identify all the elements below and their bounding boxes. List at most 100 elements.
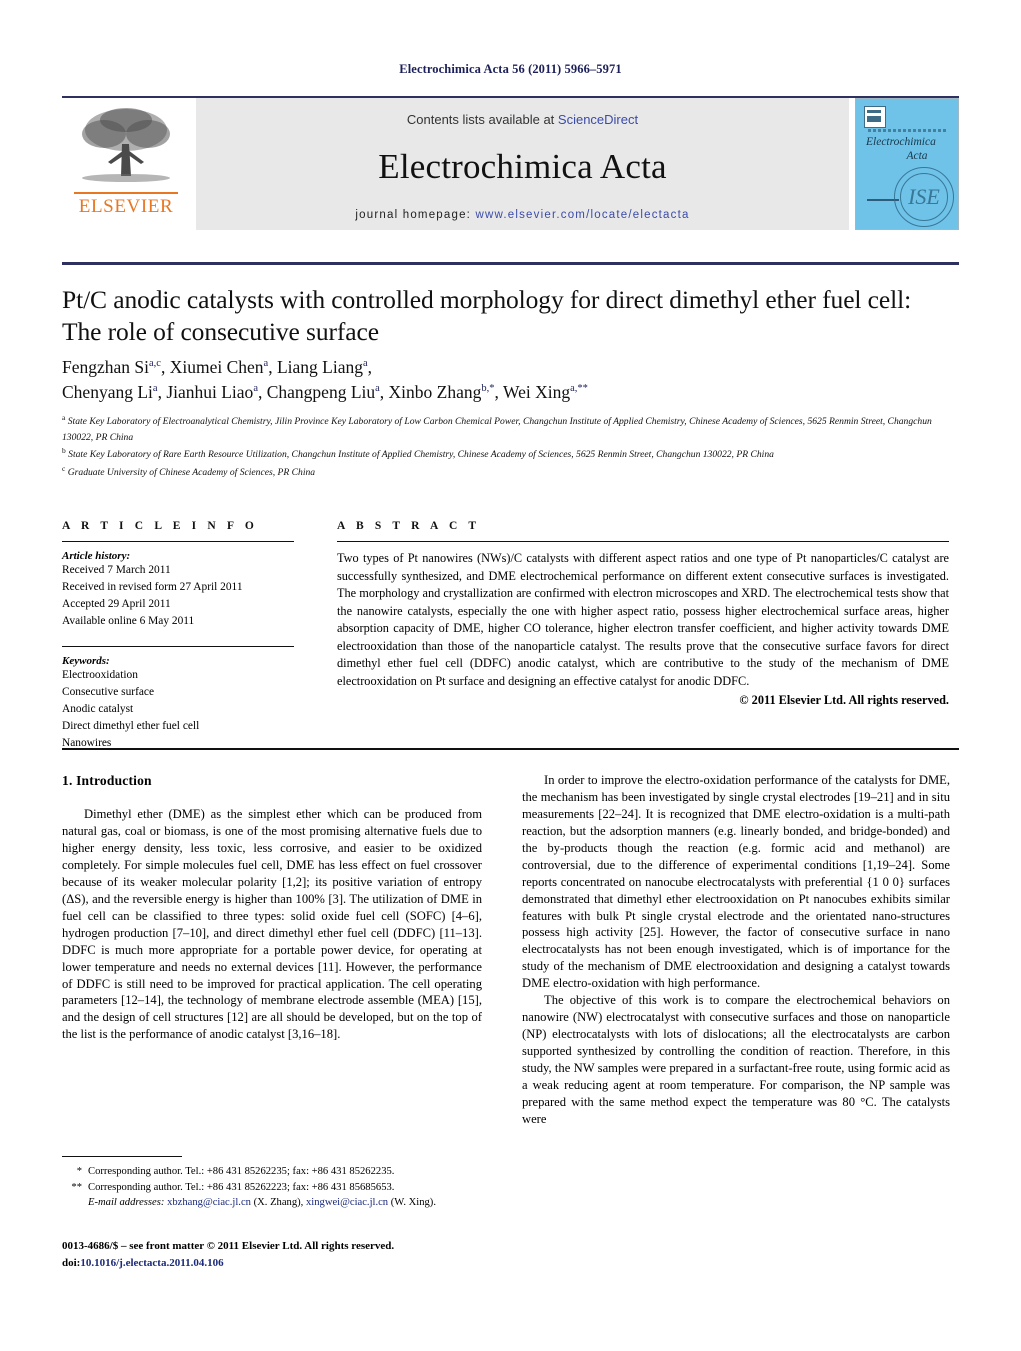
- keyword-item: Electrooxidation: [62, 669, 138, 682]
- body-column-left: 1. Introduction Dimethyl ether (DME) as …: [62, 772, 482, 1043]
- email-owner-1: (X. Zhang),: [253, 1197, 304, 1209]
- journal-homepage-line: journal homepage: www.elsevier.com/locat…: [355, 209, 689, 221]
- elsevier-wordmark: ELSEVIER: [78, 196, 174, 217]
- author-6-name: Xinbo Zhang: [388, 381, 482, 402]
- article-history-label: Article history:: [62, 550, 131, 563]
- article-info-block: A R T I C L E I N F O Article history: R…: [62, 520, 294, 752]
- homepage-label: journal homepage:: [355, 209, 472, 221]
- keyword-item: Anodic catalyst: [62, 703, 134, 716]
- affiliation-1: b State Key Laboratory of Rare Earth Res…: [62, 445, 942, 463]
- body-column-right: In order to improve the electro-oxidatio…: [522, 772, 950, 1128]
- email-label: E-mail addresses:: [88, 1197, 165, 1209]
- affiliation-0-mark: a: [62, 413, 66, 422]
- contents-available-line: Contents lists available at ScienceDirec…: [407, 112, 638, 127]
- author-3: Chenyang Lia: [62, 382, 158, 402]
- author-0-sup: a,c: [149, 358, 161, 370]
- page-title: Pt/C anodic catalysts with controlled mo…: [62, 285, 912, 347]
- footnote-text: Corresponding author. Tel.: +86 431 8526…: [88, 1166, 395, 1178]
- footnote-corresponding-2: ** Corresponding author. Tel.: +86 431 85…: [62, 1180, 482, 1195]
- abstract-text: Two types of Pt nanowires (NWs)/C cataly…: [337, 551, 949, 688]
- journal-masthead: ELSEVIER Contents lists available at Sci…: [62, 96, 959, 231]
- author-3-sup: a: [152, 383, 158, 395]
- journal-title: Electrochimica Acta: [378, 147, 667, 186]
- affiliation-2-text: Graduate University of Chinese Academy o…: [67, 467, 316, 479]
- author-5: Changpeng Liua: [267, 382, 380, 402]
- elsevier-tree-icon: [82, 108, 170, 182]
- author-1: Xiumei Chena: [170, 357, 268, 377]
- author-7-name: Wei Xing: [502, 381, 571, 402]
- footnote-emails: E-mail addresses: xbzhang@ciac.jl.cn (X.…: [62, 1195, 482, 1210]
- article-info-heading: A R T I C L E I N F O: [62, 520, 258, 532]
- author-4-sup: a: [253, 383, 258, 395]
- cover-title-line1: Electrochimica: [866, 136, 936, 148]
- footnote-mark: **: [71, 1181, 82, 1193]
- article-info-divider-top: [62, 541, 294, 543]
- author-0: Fengzhan Sia,c: [62, 357, 161, 377]
- author-6: Xinbo Zhangb,*: [389, 382, 495, 402]
- cover-title-line2: Acta: [906, 150, 928, 163]
- author-5-name: Changpeng Liu: [266, 381, 376, 402]
- author-2: Liang Lianga: [277, 357, 368, 377]
- paragraph: The objective of this work is to compare…: [522, 993, 950, 1126]
- doi-line: doi:10.1016/j.electacta.2011.04.106: [62, 1255, 522, 1272]
- author-7: Wei Xinga,**: [503, 382, 588, 402]
- author-6-sup: b,*: [481, 383, 495, 395]
- history-item: Accepted 29 April 2011: [62, 598, 171, 611]
- footnote-corresponding-1: * Corresponding author. Tel.: +86 431 852…: [62, 1164, 482, 1179]
- journal-band: Contents lists available at ScienceDirec…: [196, 98, 849, 230]
- article-history-list: Received 7 March 2011 Received in revise…: [62, 562, 294, 630]
- cover-elsevier-mark-icon: [864, 106, 886, 128]
- footnote-text: Corresponding author. Tel.: +86 431 8526…: [88, 1181, 395, 1193]
- author-1-name: Xiumei Chen: [169, 357, 264, 377]
- elsevier-logo: ELSEVIER: [62, 98, 190, 230]
- section-heading-introduction: 1. Introduction: [62, 773, 152, 788]
- abstract-divider: [337, 541, 949, 543]
- journal-article-page: Electrochimica Acta 56 (2011) 5966–5971: [0, 0, 1021, 1351]
- footnote-mark: *: [76, 1166, 82, 1178]
- keyword-item: Consecutive surface: [62, 686, 155, 699]
- keywords-label: Keywords:: [62, 655, 110, 668]
- journal-cover-thumbnail: Electrochimica Acta ISE: [855, 98, 959, 230]
- ise-society-logo: ISE: [894, 167, 954, 227]
- paragraph: Dimethyl ether (DME) as the simplest eth…: [62, 807, 482, 1042]
- abstract-block: A B S T R A C T Two types of Pt nanowire…: [337, 520, 949, 708]
- author-list: Fengzhan Sia,c, Xiumei Chena, Liang Lian…: [62, 357, 588, 402]
- affiliation-0-text: State Key Laboratory of Electroanalytica…: [62, 416, 932, 443]
- doi-link[interactable]: 10.1016/j.electacta.2011.04.106: [80, 1257, 223, 1269]
- body-divider: [62, 748, 959, 751]
- cover-journal-title: Electrochimica Acta: [866, 135, 950, 164]
- sciencedirect-link[interactable]: ScienceDirect: [558, 112, 638, 127]
- doi-label: doi:: [62, 1256, 81, 1269]
- affiliation-2-mark: c: [62, 463, 66, 473]
- elsevier-rule: [74, 192, 178, 194]
- author-4-name: Jianhui Liao: [166, 381, 254, 402]
- imprint-block: 0013-4686/$ – see front matter © 2011 El…: [62, 1238, 522, 1271]
- history-item: Received 7 March 2011: [62, 564, 171, 577]
- affiliation-1-text: State Key Laboratory of Rare Earth Resou…: [68, 449, 774, 461]
- abstract-copyright: © 2011 Elsevier Ltd. All rights reserved…: [739, 693, 949, 708]
- affiliation-0: a State Key Laboratory of Electroanalyti…: [62, 412, 942, 445]
- affiliation-list: a State Key Laboratory of Electroanalyti…: [62, 412, 942, 481]
- author-7-sup: a,**: [570, 383, 588, 395]
- author-3-name: Chenyang Li: [62, 381, 153, 402]
- homepage-url[interactable]: www.elsevier.com/locate/electacta: [475, 209, 689, 221]
- footnote-block: * Corresponding author. Tel.: +86 431 852…: [62, 1156, 482, 1211]
- history-item: Available online 6 May 2011: [62, 615, 195, 628]
- article-info-divider-mid: [62, 645, 294, 648]
- email-link-2[interactable]: xingwei@ciac.jl.cn: [306, 1197, 388, 1208]
- keyword-item: Direct dimethyl ether fuel cell: [62, 719, 200, 732]
- author-2-name: Liang Liang: [276, 357, 363, 377]
- email-owner-2: (W. Xing).: [390, 1197, 436, 1209]
- email-link-1[interactable]: xbzhang@ciac.jl.cn: [167, 1197, 251, 1208]
- affiliation-1-mark: b: [62, 446, 66, 456]
- history-item: Received in revised form 27 April 2011: [62, 581, 243, 594]
- footnote-divider: [62, 1156, 182, 1158]
- keywords-list: Electrooxidation Consecutive surface Ano…: [62, 667, 294, 751]
- author-2-sup: a: [362, 358, 368, 370]
- abstract-heading: A B S T R A C T: [337, 520, 481, 532]
- affiliation-2: c Graduate University of Chinese Academy…: [62, 463, 942, 481]
- title-divider: [62, 262, 959, 265]
- author-1-sup: a: [263, 358, 269, 370]
- cover-microtext-bar: [868, 129, 948, 132]
